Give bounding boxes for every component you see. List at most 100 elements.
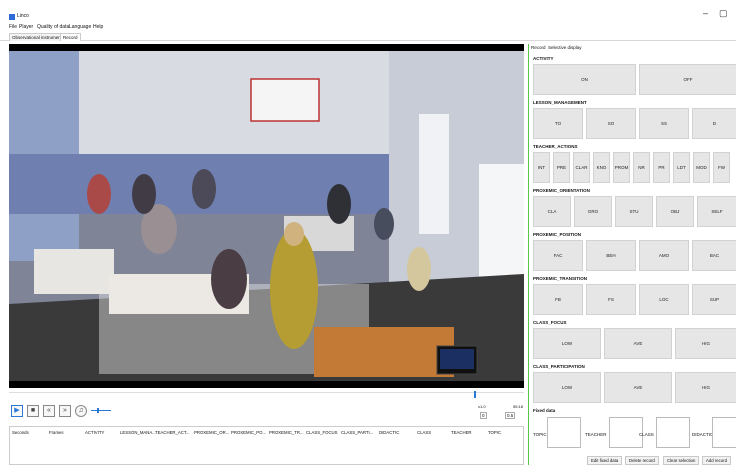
edit-fixed-data-button[interactable]: Edit fixed data bbox=[587, 456, 623, 465]
restore-button[interactable]: ▢ bbox=[719, 8, 728, 19]
section-proxemic-transition: PROXEMIC_TRANSITION bbox=[533, 276, 588, 281]
play-button[interactable]: ▶ bbox=[11, 405, 23, 417]
main-tabs: Observational instrument Record bbox=[0, 32, 736, 41]
activity-off-button[interactable]: OFF bbox=[639, 64, 736, 95]
tab-selective-display[interactable]: Selective display bbox=[548, 45, 582, 50]
orientation-gro-button[interactable]: GRO bbox=[574, 196, 612, 227]
fixed-class-field[interactable] bbox=[656, 417, 690, 448]
menu-file[interactable]: File bbox=[9, 24, 17, 30]
menu-help[interactable]: Help bbox=[93, 24, 103, 30]
lesson-to-button[interactable]: TO bbox=[533, 108, 583, 139]
position-fac-button[interactable]: FAC bbox=[533, 240, 583, 271]
fixed-didactic-label: DIDACTIC bbox=[692, 432, 714, 437]
fixed-didactic-field[interactable] bbox=[712, 417, 736, 448]
position-beh-button[interactable]: BEH bbox=[586, 240, 636, 271]
column-header[interactable]: Frames bbox=[49, 430, 64, 435]
tab-observational-instrument[interactable]: Observational instrument bbox=[9, 33, 66, 41]
delete-record-button[interactable]: Delete record bbox=[625, 456, 659, 465]
volume-thumb[interactable] bbox=[97, 408, 99, 413]
teacher-pr-button[interactable]: PR bbox=[653, 152, 670, 183]
column-header[interactable]: CLASS bbox=[417, 430, 431, 435]
orientation-stu-button[interactable]: STU bbox=[615, 196, 653, 227]
tab-record[interactable]: Record bbox=[60, 33, 81, 41]
column-header[interactable]: PROXEMIC_OR... bbox=[194, 430, 229, 435]
stop-button[interactable]: ■ bbox=[27, 405, 39, 417]
minimize-button[interactable]: – bbox=[703, 8, 708, 18]
classroom-video-image bbox=[9, 44, 524, 388]
column-header[interactable]: TEACHER_ACT... bbox=[155, 430, 190, 435]
transition-sup-button[interactable]: SUP bbox=[692, 284, 736, 315]
lesson-ss-button[interactable]: SS bbox=[639, 108, 689, 139]
menu-bar: File Player Quality of data Language Hel… bbox=[0, 22, 736, 32]
title-bar: Linco – ▢ bbox=[0, 0, 736, 22]
section-lesson-management: LESSON_MANAGEMENT bbox=[533, 100, 587, 105]
orientation-obj-button[interactable]: OBJ bbox=[656, 196, 694, 227]
teacher-mod-button[interactable]: MOD bbox=[693, 152, 710, 183]
rewind-button[interactable]: « bbox=[43, 405, 55, 417]
position-amo-button[interactable]: AMO bbox=[639, 240, 689, 271]
teacher-clar-button[interactable]: CLAR bbox=[573, 152, 590, 183]
frame-spinbox[interactable]: 0 bbox=[480, 412, 487, 419]
focus-hig-button[interactable]: HIG bbox=[675, 328, 736, 359]
participation-low-button[interactable]: LOW bbox=[533, 372, 601, 403]
lesson-d-button[interactable]: D bbox=[692, 108, 736, 139]
transition-fs-button[interactable]: FS bbox=[586, 284, 636, 315]
menu-quality-of-data[interactable]: Quality of data bbox=[37, 24, 69, 30]
seek-thumb[interactable] bbox=[474, 391, 476, 398]
tab-record-panel[interactable]: Record bbox=[531, 45, 546, 50]
transition-fb-button[interactable]: FB bbox=[533, 284, 583, 315]
menu-player[interactable]: Player bbox=[19, 24, 33, 30]
window-title: Linco bbox=[17, 13, 29, 19]
column-header[interactable]: DIDACTIC bbox=[379, 430, 399, 435]
records-table: Seconds Frames ACTIVITY LESSON_MANA... T… bbox=[9, 426, 524, 465]
teacher-fw-button[interactable]: FW bbox=[713, 152, 730, 183]
column-header[interactable]: CLASS_FOCUS bbox=[306, 430, 338, 435]
player-controls: ▶ ■ « » ♫ x1.0 55:18 0 0.5 bbox=[9, 401, 524, 425]
column-header[interactable]: ACTIVITY bbox=[85, 430, 104, 435]
column-header[interactable]: CLASS_PARTI... bbox=[341, 430, 373, 435]
column-header[interactable]: PROXEMIC_PO... bbox=[231, 430, 266, 435]
column-header[interactable]: Seconds bbox=[12, 430, 29, 435]
column-header[interactable]: LESSON_MANA... bbox=[120, 430, 156, 435]
coding-panel: Record Selective display ACTIVITY ON OFF… bbox=[528, 44, 736, 465]
focus-ave-button[interactable]: AVE bbox=[604, 328, 672, 359]
participation-ave-button[interactable]: AVE bbox=[604, 372, 672, 403]
section-proxemic-position: PROXEMIC_POSITION bbox=[533, 232, 582, 237]
fixed-teacher-field[interactable] bbox=[609, 417, 643, 448]
add-record-button[interactable]: Add record bbox=[702, 456, 732, 465]
video-frame bbox=[9, 44, 524, 388]
teacher-pre-button[interactable]: PRE bbox=[553, 152, 570, 183]
column-header[interactable]: TOPIC bbox=[488, 430, 501, 435]
column-header[interactable]: TEACHER bbox=[451, 430, 472, 435]
teacher-nr-button[interactable]: NR bbox=[633, 152, 650, 183]
forward-button[interactable]: » bbox=[59, 405, 71, 417]
column-header[interactable]: PROXEMIC_TR... bbox=[269, 430, 304, 435]
section-activity: ACTIVITY bbox=[533, 56, 554, 61]
section-teacher-actions: TEACHER_ACTIONS bbox=[533, 144, 578, 149]
teacher-kno-button[interactable]: KNO bbox=[593, 152, 610, 183]
orientation-cla-button[interactable]: CLA bbox=[533, 196, 571, 227]
activity-on-button[interactable]: ON bbox=[533, 64, 636, 95]
app-icon bbox=[9, 14, 15, 20]
volume-slider[interactable] bbox=[91, 410, 111, 411]
step-spinbox[interactable]: 0.5 bbox=[505, 412, 516, 419]
clear-selection-button[interactable]: Clear selection bbox=[663, 456, 700, 465]
lesson-so-button[interactable]: SO bbox=[586, 108, 636, 139]
section-proxemic-orientation: PROXEMIC_ORIENTATION bbox=[533, 188, 590, 193]
menu-language[interactable]: Language bbox=[69, 24, 91, 30]
teacher-int-button[interactable]: INT bbox=[533, 152, 550, 183]
section-fixed-data: Fixed data bbox=[533, 408, 556, 413]
volume-icon[interactable]: ♫ bbox=[75, 405, 87, 417]
orientation-self-button[interactable]: SELF bbox=[697, 196, 736, 227]
fixed-class-label: CLASS bbox=[639, 432, 654, 437]
seek-bar[interactable] bbox=[9, 391, 524, 398]
fixed-topic-field[interactable] bbox=[547, 417, 581, 448]
transition-loc-button[interactable]: LOC bbox=[639, 284, 689, 315]
section-class-focus: CLASS_FOCUS bbox=[533, 320, 567, 325]
teacher-ldt-button[interactable]: LDT bbox=[673, 152, 690, 183]
teacher-prom-button[interactable]: PROM bbox=[613, 152, 630, 183]
participation-hig-button[interactable]: HIG bbox=[675, 372, 736, 403]
position-bac-button[interactable]: BAC bbox=[692, 240, 736, 271]
focus-low-button[interactable]: LOW bbox=[533, 328, 601, 359]
fixed-topic-label: TOPIC bbox=[533, 432, 547, 437]
